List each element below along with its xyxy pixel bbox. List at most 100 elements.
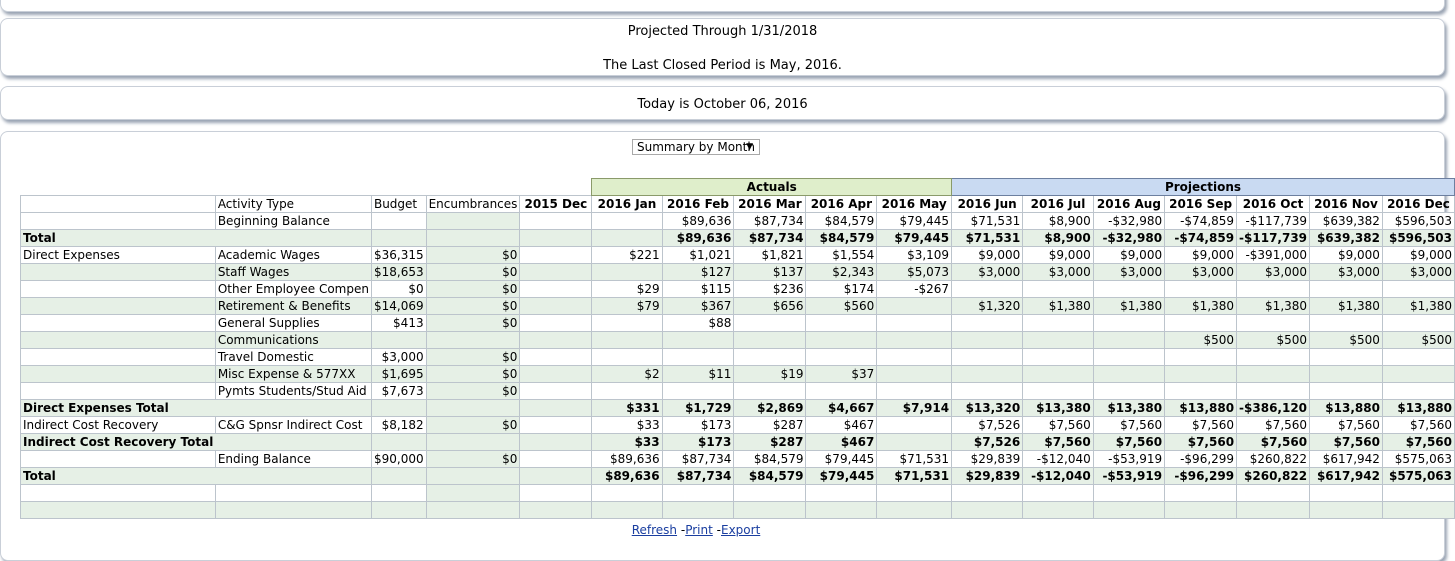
- row-month-value: [1092, 280, 1166, 298]
- export-link[interactable]: Export: [721, 523, 760, 537]
- row-budget: [370, 433, 427, 451]
- row-month-value: $1,021: [661, 246, 735, 264]
- row-category: [20, 484, 216, 502]
- row-month-value: $115: [661, 280, 735, 298]
- row-month-value: [591, 484, 663, 502]
- row-month-value: [876, 501, 953, 519]
- table-row: Communications $500 $500 $500 $500: [20, 331, 1455, 349]
- row-month-value: $89,636: [661, 212, 735, 230]
- row-category: [20, 348, 216, 366]
- row-month-value: [733, 314, 807, 332]
- row-month-value: $617,942: [1309, 467, 1383, 485]
- row-month-value: -$12,040: [1022, 467, 1094, 485]
- row-category: Indirect Cost Recovery: [20, 416, 216, 434]
- row-month-value: $7,560: [1022, 433, 1094, 451]
- row-month-value: [951, 382, 1024, 400]
- row-budget: $14,069: [370, 297, 427, 315]
- row-activity-type: [214, 484, 372, 502]
- row-month-value: [1092, 501, 1166, 519]
- row-month-value: $13,880: [1164, 399, 1238, 417]
- view-select-value: Summary by Month: [637, 140, 755, 154]
- row-month-value: [733, 501, 807, 519]
- row-month-value: $8,900: [1022, 212, 1094, 230]
- row-month-value: [805, 484, 878, 502]
- row-month-value: [733, 331, 807, 349]
- row-budget: [370, 467, 427, 485]
- row-activity-type: [215, 467, 372, 485]
- row-activity-type: Travel Domestic: [214, 348, 372, 366]
- table-row: Misc Expense & 577XX $1,695 $0 $2 $11 $19 $37: [20, 365, 1455, 383]
- projected-through-text: Projected Through 1/31/2018: [627, 24, 818, 39]
- row-month-value: [876, 433, 953, 451]
- row-category: [20, 450, 216, 468]
- row-month-value: $71,531: [951, 212, 1024, 230]
- print-link[interactable]: Print: [685, 523, 713, 537]
- row-encumbrances: [425, 484, 521, 502]
- row-month-value: -$74,859: [1164, 212, 1238, 230]
- row-month-value: $29,839: [951, 467, 1024, 485]
- row-month-value: $639,382: [1309, 212, 1383, 230]
- refresh-link[interactable]: Refresh: [632, 523, 677, 537]
- row-budget: $413: [370, 314, 427, 332]
- row-encumbrances: $0: [425, 365, 521, 383]
- row-month-value: $331: [591, 399, 663, 417]
- row-month-value: [1381, 365, 1455, 383]
- row-month-value: $9,000: [1022, 246, 1094, 264]
- row-month-value: [1092, 331, 1166, 349]
- row-month-value: [1022, 280, 1094, 298]
- row-activity-type: Staff Wages: [214, 263, 372, 281]
- row-budget: [370, 229, 427, 247]
- row-month-value: $173: [661, 416, 735, 434]
- row-month-value: $7,560: [1092, 416, 1166, 434]
- row-budget: $3,000: [370, 348, 427, 366]
- table-row: Total $89,636 $87,734 $84,579 $79,445 $71,531…: [20, 229, 1455, 247]
- row-month-value: $71,531: [876, 467, 953, 485]
- row-month-value: $84,579: [805, 229, 878, 247]
- row-month-value: -$74,859: [1164, 229, 1238, 247]
- row-month-value: [519, 365, 593, 383]
- row-month-value: [661, 348, 735, 366]
- row-month-value: -$53,919: [1092, 467, 1166, 485]
- col-header-month: 2016 Mar: [733, 195, 807, 213]
- row-month-value: [805, 314, 878, 332]
- row-month-value: [1309, 348, 1383, 366]
- row-category: Indirect Cost Recovery Total: [20, 433, 216, 451]
- row-encumbrances: [425, 212, 521, 230]
- row-activity-type: [215, 399, 372, 417]
- row-month-value: [1236, 365, 1311, 383]
- row-month-value: $1,554: [805, 246, 878, 264]
- row-category: [20, 501, 216, 519]
- row-month-value: $87,734: [733, 212, 807, 230]
- row-month-value: $3,000: [1164, 263, 1238, 281]
- row-month-value: [1236, 382, 1311, 400]
- col-header-month: 2016 Sep: [1164, 195, 1238, 213]
- row-category: [20, 331, 216, 349]
- row-month-value: $9,000: [1381, 246, 1455, 264]
- row-month-value: $9,000: [1309, 246, 1383, 264]
- row-month-value: $7,560: [1236, 416, 1311, 434]
- row-month-value: [1309, 484, 1383, 502]
- row-encumbrances: $0: [425, 280, 521, 298]
- view-select[interactable]: Summary by Month ▼: [632, 139, 760, 155]
- table-row: [20, 484, 1455, 502]
- row-month-value: [951, 501, 1024, 519]
- row-encumbrances: [425, 331, 521, 349]
- row-month-value: -$386,120: [1236, 399, 1311, 417]
- row-encumbrances: [425, 501, 521, 519]
- row-month-value: $7,560: [1164, 416, 1238, 434]
- row-month-value: [1022, 484, 1094, 502]
- row-month-value: $174: [805, 280, 878, 298]
- row-month-value: $79: [591, 297, 663, 315]
- row-month-value: $19: [733, 365, 807, 383]
- row-month-value: $2,343: [805, 263, 878, 281]
- row-month-value: [661, 484, 735, 502]
- row-month-value: [1309, 382, 1383, 400]
- row-encumbrances: $0: [425, 382, 521, 400]
- row-month-value: [876, 416, 953, 434]
- row-month-value: [1022, 314, 1094, 332]
- col-header-month: 2016 Aug: [1092, 195, 1166, 213]
- row-month-value: $7,560: [1309, 433, 1383, 451]
- col-header-month: 2016 Dec: [1381, 195, 1455, 213]
- row-category: Total: [20, 229, 216, 247]
- row-month-value: $13,380: [1092, 399, 1166, 417]
